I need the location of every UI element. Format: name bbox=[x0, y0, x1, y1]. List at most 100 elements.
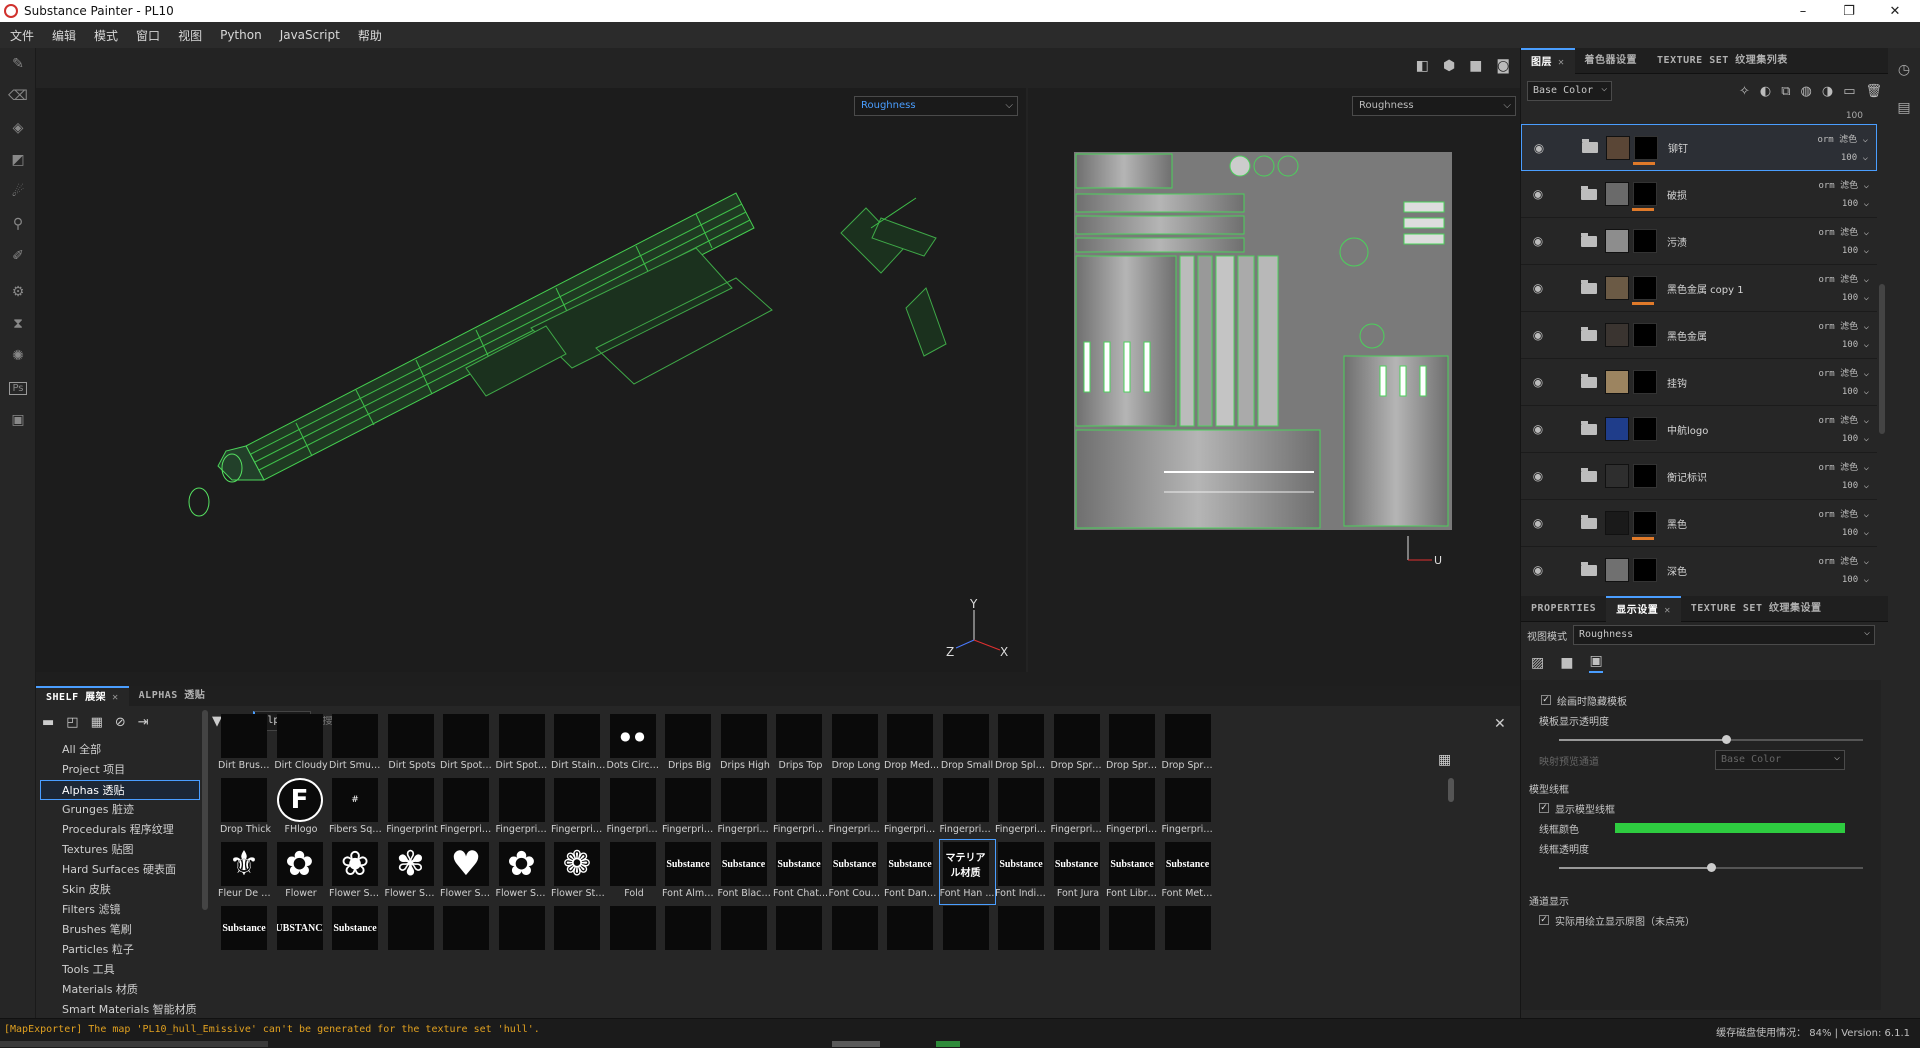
layer-row[interactable]: ◉ 中航logo orm 滤色 ⌵ 100 ⌵ bbox=[1521, 406, 1877, 453]
layer-channel-select[interactable]: Base Color bbox=[1527, 80, 1613, 101]
layer-row[interactable]: ◉ 黑色金属 copy 1 orm 滤色 ⌵ 100 ⌵ bbox=[1521, 265, 1877, 312]
asset-tile[interactable] bbox=[1162, 904, 1218, 968]
asset-tile[interactable]: Fingerprin... bbox=[1106, 776, 1162, 840]
asset-tile[interactable]: # Fibers Squ... bbox=[329, 776, 385, 840]
layer-name[interactable]: 中航logo bbox=[1667, 422, 1708, 437]
asset-tile[interactable]: Fingerprin... bbox=[940, 776, 996, 840]
visibility-eye-icon[interactable]: ◉ bbox=[1525, 422, 1551, 436]
color-picker-icon[interactable]: ✐ bbox=[0, 240, 36, 272]
tab-properties[interactable]: PROPERTIES bbox=[1521, 596, 1606, 622]
visibility-eye-icon[interactable]: ◉ bbox=[1525, 516, 1551, 530]
shelf-category-item[interactable]: Brushes 笔刷 bbox=[36, 920, 204, 940]
asset-tile[interactable]: Drop Spre... bbox=[1051, 712, 1107, 776]
hide-template-checkbox[interactable]: ✓ bbox=[1541, 695, 1551, 705]
asset-tile[interactable]: Drop Spre... bbox=[1106, 712, 1162, 776]
delete-layer-icon[interactable]: 🗑 bbox=[1865, 84, 1882, 99]
add-mask-icon[interactable]: ◐ bbox=[1760, 84, 1771, 99]
menu-file[interactable]: 文件 bbox=[8, 27, 44, 44]
wire-color-swatch[interactable] bbox=[1615, 823, 1845, 833]
layer-blend[interactable]: orm 滤色 ⌵ 100 ⌵ bbox=[1817, 131, 1868, 167]
mapping-channel-select[interactable]: Base Color bbox=[1715, 749, 1845, 770]
add-layer-icon[interactable]: ⧉ bbox=[1781, 84, 1790, 99]
asset-tile[interactable]: Substance Font Meta... bbox=[1162, 840, 1218, 904]
tab-texture-set-settings[interactable]: TEXTURE SET 纹理集设置 bbox=[1681, 596, 1832, 622]
asset-tile[interactable]: Drop Long bbox=[829, 712, 885, 776]
view-mode-icon[interactable]: ◧ bbox=[1416, 58, 1429, 74]
asset-tile[interactable] bbox=[1051, 904, 1107, 968]
tab-layers[interactable]: 图层 ✕ bbox=[1521, 47, 1575, 74]
log-icon[interactable]: ▤ bbox=[1888, 92, 1920, 124]
asset-tile[interactable]: SUBSTANCE bbox=[274, 904, 330, 968]
smudge-icon[interactable]: ☄ bbox=[0, 176, 36, 208]
visibility-eye-icon[interactable]: ◉ bbox=[1525, 563, 1551, 577]
layer-blend[interactable]: orm 滤色 ⌵ 100 ⌵ bbox=[1818, 506, 1869, 542]
channel-option-checkbox[interactable]: ✓ bbox=[1539, 915, 1549, 925]
cube-icon[interactable]: ⬢ bbox=[1443, 58, 1455, 74]
visibility-eye-icon[interactable]: ◉ bbox=[1525, 187, 1551, 201]
layers-scrollbar[interactable] bbox=[1879, 284, 1885, 434]
layer-mask-thumbnail[interactable] bbox=[1633, 558, 1657, 582]
tab-display-settings[interactable]: 显示设置 ✕ bbox=[1606, 595, 1681, 622]
asset-tile[interactable]: Fingerprin... bbox=[607, 776, 663, 840]
layer-blend[interactable]: orm 滤色 ⌵ 100 ⌵ bbox=[1818, 459, 1869, 495]
asset-tile[interactable]: Drop Med... bbox=[884, 712, 940, 776]
asset-tile[interactable]: Fingerprin... bbox=[718, 776, 774, 840]
shelf-category-item[interactable]: Filters 滤镜 bbox=[36, 900, 204, 920]
visibility-eye-icon[interactable]: ◉ bbox=[1526, 141, 1552, 155]
layer-row[interactable]: ◉ 深色 orm 滤色 ⌵ 100 ⌵ bbox=[1521, 547, 1877, 584]
asset-tile[interactable]: ● ● Dots Circu... bbox=[607, 712, 663, 776]
asset-tile[interactable]: Dirt Spots bbox=[385, 712, 441, 776]
layer-blend[interactable]: orm 滤色 ⌵ 100 ⌵ bbox=[1818, 177, 1869, 213]
asset-tile[interactable]: Substance Font Danc... bbox=[884, 840, 940, 904]
asset-tile[interactable] bbox=[440, 904, 496, 968]
asset-tile[interactable]: Fingerprin... bbox=[995, 776, 1051, 840]
layer-row[interactable]: ◉ 铆钉 orm 滤色 ⌵ 100 ⌵ bbox=[1521, 124, 1877, 171]
layer-mask-thumbnail[interactable] bbox=[1632, 182, 1657, 211]
viewport-2d-uv[interactable]: Roughness ⌵ U bbox=[1028, 88, 1520, 672]
layer-name[interactable]: 衡记标识 bbox=[1667, 469, 1707, 484]
layer-name[interactable]: 破损 bbox=[1667, 187, 1687, 202]
asset-tile[interactable]: F FHlogo bbox=[274, 776, 330, 840]
asset-tile[interactable]: Fingerprin... bbox=[551, 776, 607, 840]
visibility-eye-icon[interactable]: ◉ bbox=[1525, 375, 1551, 389]
asset-tile[interactable]: マテリアル材质 Font Han ... bbox=[938, 839, 996, 905]
asset-tile[interactable]: Fingerprin... bbox=[662, 776, 718, 840]
asset-tile[interactable] bbox=[718, 904, 774, 968]
layer-mask-thumbnail[interactable] bbox=[1633, 417, 1657, 441]
asset-tile[interactable]: ✿ Flower bbox=[274, 840, 330, 904]
asset-tile[interactable]: Substance Font Jura bbox=[1051, 840, 1107, 904]
asset-tile[interactable]: Dirt Stain ... bbox=[551, 712, 607, 776]
asset-tile[interactable]: ✿ Flower Sa... bbox=[496, 840, 552, 904]
asset-tile[interactable]: Drips Top bbox=[773, 712, 829, 776]
menu-help[interactable]: 帮助 bbox=[356, 27, 392, 44]
visibility-eye-icon[interactable]: ◉ bbox=[1525, 328, 1551, 342]
tab-shader-settings[interactable]: 着色器设置 bbox=[1575, 48, 1648, 74]
asset-tile[interactable]: Fold bbox=[607, 840, 663, 904]
layer-row[interactable]: ◉ 衡记标识 orm 滤色 ⌵ 100 ⌵ bbox=[1521, 453, 1877, 500]
menu-mode[interactable]: 模式 bbox=[92, 27, 128, 44]
visibility-eye-icon[interactable]: ◉ bbox=[1525, 281, 1551, 295]
viewport-2d-channel-select[interactable]: Roughness ⌵ bbox=[1352, 96, 1516, 116]
asset-tile[interactable]: Substance bbox=[329, 904, 385, 968]
asset-tile[interactable]: Fingerprint bbox=[385, 776, 441, 840]
asset-tile[interactable]: Fingerprin... bbox=[773, 776, 829, 840]
asset-tile[interactable] bbox=[1106, 904, 1162, 968]
asset-tile[interactable]: Fingerprin... bbox=[496, 776, 552, 840]
asset-tile[interactable]: Substance Font Indie ... bbox=[995, 840, 1051, 904]
layer-row[interactable]: ◉ 黑色 orm 滤色 ⌵ 100 ⌵ bbox=[1521, 500, 1877, 547]
layer-row[interactable]: ◉ 破损 orm 滤色 ⌵ 100 ⌵ bbox=[1521, 171, 1877, 218]
settings-gear-icon[interactable]: ⚙ bbox=[0, 276, 36, 308]
shelf-category-item[interactable]: Tools 工具 bbox=[36, 960, 204, 980]
close-tab-icon[interactable]: ✕ bbox=[112, 692, 119, 703]
menu-javascript[interactable]: JavaScript bbox=[278, 28, 350, 42]
asset-tile[interactable]: ✾ Flower Sa... bbox=[385, 840, 441, 904]
shelf-category-item[interactable]: Smart Materials 智能材质 bbox=[36, 1000, 204, 1020]
iray-icon[interactable]: ✺ bbox=[0, 340, 36, 372]
shelf-category-item[interactable]: Procedurals 程序纹理 bbox=[36, 820, 204, 840]
export-textures-icon[interactable]: ▣ bbox=[0, 404, 36, 436]
shelf-category-item[interactable]: Grunges 脏迹 bbox=[36, 800, 204, 820]
layer-mask-thumbnail[interactable] bbox=[1633, 323, 1657, 347]
asset-tile[interactable]: Substance Font Libre ... bbox=[1106, 840, 1162, 904]
layer-name[interactable]: 挂钩 bbox=[1667, 375, 1687, 390]
menu-python[interactable]: Python bbox=[218, 28, 272, 42]
